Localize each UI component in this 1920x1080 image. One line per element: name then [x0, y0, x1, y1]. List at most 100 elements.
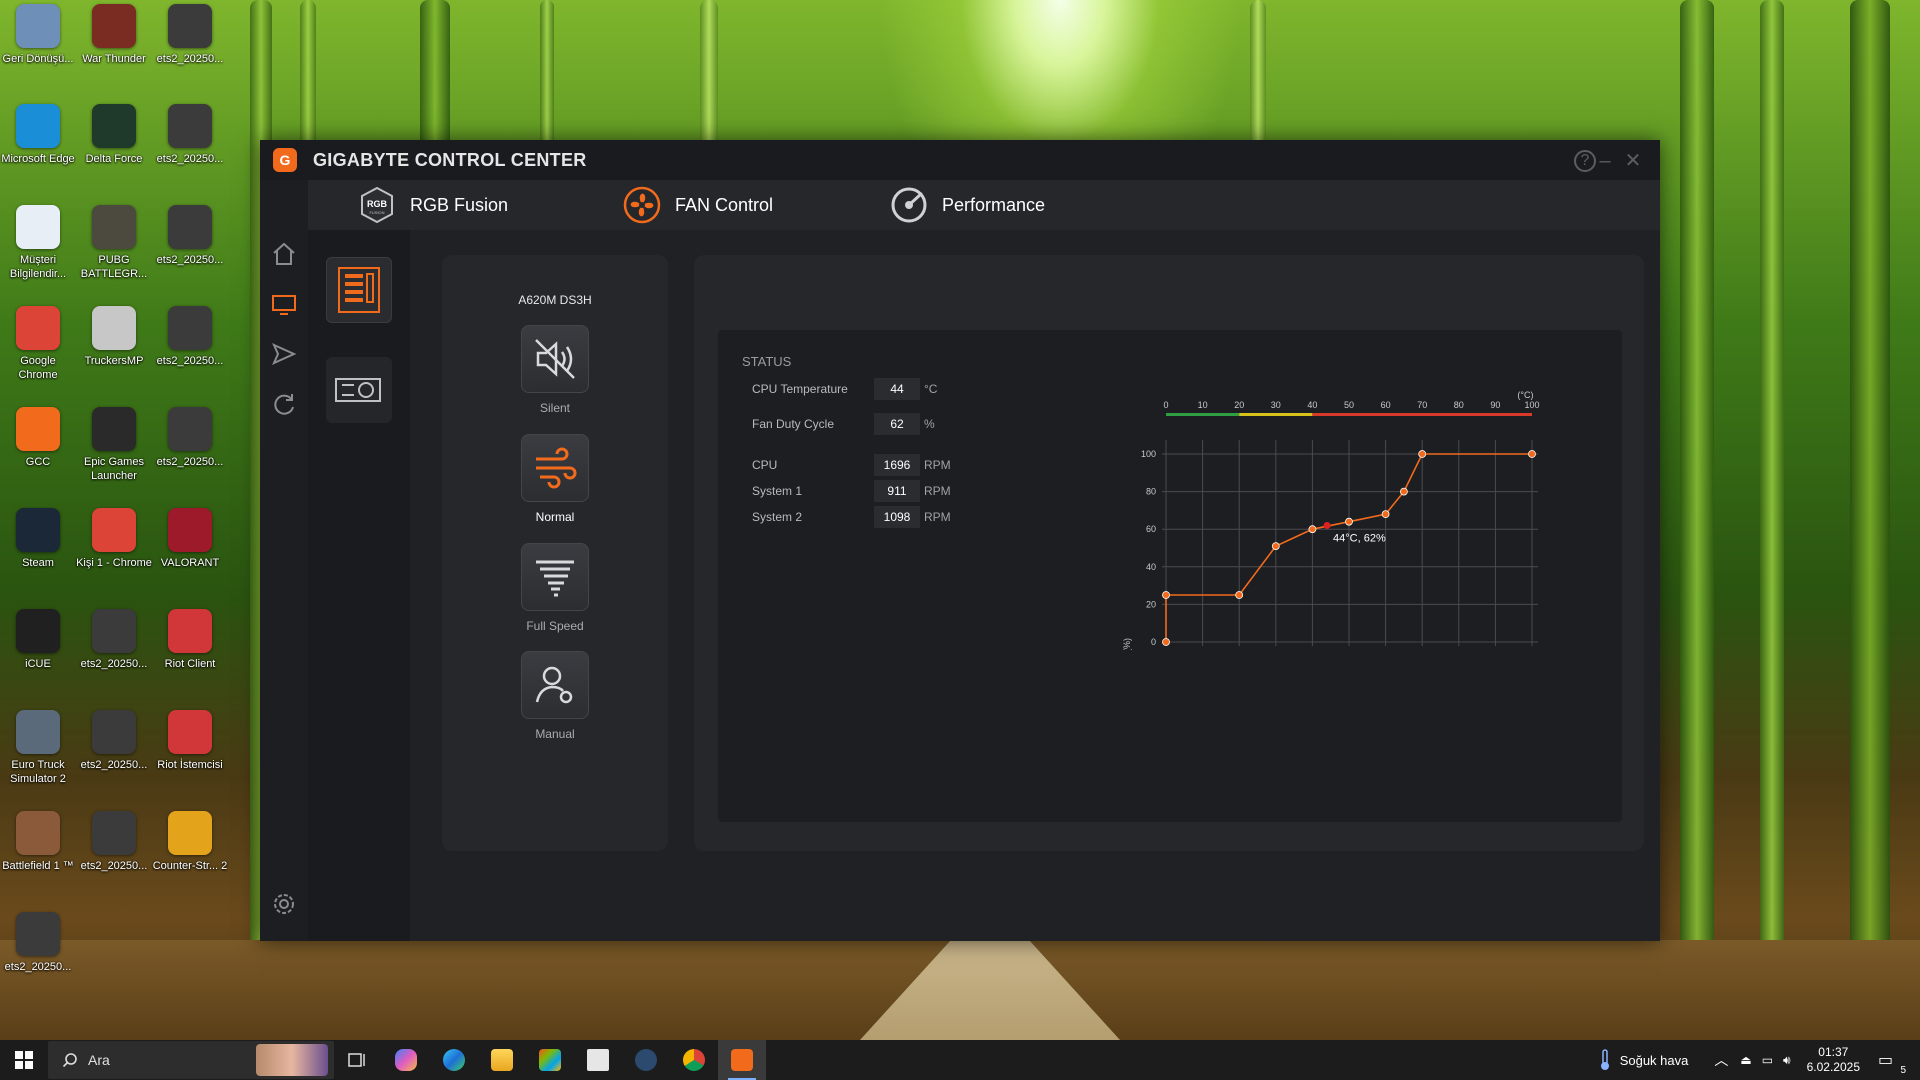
desktop-icon[interactable]: GCC: [0, 407, 76, 469]
taskbar-mail[interactable]: [574, 1040, 622, 1080]
fan-curve-point[interactable]: [1271, 542, 1280, 551]
fan-curve-point[interactable]: [1345, 517, 1353, 526]
fan-curve-point[interactable]: [1162, 638, 1170, 646]
graphics-card-device-button[interactable]: [326, 357, 392, 423]
desktop-icon[interactable]: War Thunder: [76, 4, 152, 66]
fan-curve-point[interactable]: [1162, 591, 1170, 599]
desktop-icon[interactable]: Microsoft Edge: [0, 104, 76, 166]
fan-curve-chart[interactable]: 0 10 20 30 40 50 60 70 80 90 100020406080100(°C)(%…: [1120, 370, 1600, 650]
desktop-icon[interactable]: Müşteri Bilgilendir...: [0, 205, 76, 281]
desktop-icon[interactable]: Battlefield 1 ™: [0, 811, 76, 873]
desktop-icon[interactable]: ets2_20250...: [0, 912, 76, 974]
desktop-icon-label: War Thunder: [82, 53, 146, 65]
desktop-icon-label: Battlefield 1 ™: [2, 860, 74, 872]
fan-rpm-row: System 2 1098 RPM: [752, 506, 951, 528]
mode-label: Full Speed: [526, 619, 584, 633]
manual-mode-button[interactable]: [521, 651, 589, 719]
desktop-icon[interactable]: ets2_20250...: [152, 306, 228, 368]
desktop-icon[interactable]: Steam: [0, 508, 76, 570]
start-button[interactable]: [0, 1040, 48, 1080]
performance-gauge-icon: [891, 187, 927, 223]
left-rail: [260, 180, 308, 941]
clock-time: 01:37: [1818, 1045, 1849, 1059]
fan-curve-point[interactable]: [1528, 450, 1536, 458]
fan-curve-point[interactable]: [1399, 487, 1408, 496]
fan-curve-point[interactable]: [1381, 510, 1390, 519]
taskbar-file-explorer[interactable]: [478, 1040, 526, 1080]
desktop-icon-label: GCC: [25, 456, 51, 468]
desktop-icon[interactable]: VALORANT: [152, 508, 228, 570]
fan-curve-point[interactable]: [1418, 450, 1427, 458]
tab-fan-control[interactable]: FAN Control: [623, 180, 773, 230]
desktop-icon[interactable]: TruckersMP: [76, 306, 152, 368]
home-icon[interactable]: [270, 240, 298, 268]
task-view-button[interactable]: [334, 1040, 382, 1080]
system-tray: Soğuk hava ︿ ⏏ ▭ 🔊︎ 01:37 6.02.2025 ▭ 5: [1598, 1040, 1920, 1080]
desktop-icon[interactable]: Google Chrome: [0, 306, 76, 382]
gcc-window: G GIGABYTE CONTROL CENTER ? – ✕ RGB FUSI…: [260, 140, 1660, 941]
mode-normal[interactable]: Normal: [520, 434, 590, 524]
desktop-icon[interactable]: Epic Games Launcher: [76, 407, 152, 483]
user-gear-icon: [535, 666, 573, 704]
fan-curve-point[interactable]: [1308, 525, 1317, 534]
network-icon[interactable]: ▭: [1762, 1053, 1773, 1067]
y-tick-label: 0: [1151, 637, 1156, 647]
fan-rpm-label: CPU: [752, 458, 778, 472]
taskbar-chrome[interactable]: [670, 1040, 718, 1080]
desktop-icon[interactable]: Delta Force: [76, 104, 152, 166]
normal-mode-button[interactable]: [521, 434, 589, 502]
close-icon[interactable]: ✕: [1620, 148, 1646, 174]
weather-text[interactable]: Soğuk hava: [1620, 1053, 1689, 1068]
desktop-icon[interactable]: ets2_20250...: [152, 407, 228, 469]
notification-center-button[interactable]: ▭ 5: [1878, 1050, 1908, 1076]
x-tick-label: 90: [1490, 400, 1500, 410]
volume-icon[interactable]: 🔊︎: [1783, 1053, 1791, 1068]
taskbar-store[interactable]: [526, 1040, 574, 1080]
taskbar-search[interactable]: Ara: [48, 1041, 334, 1079]
desktop-icon[interactable]: PUBG BATTLEGR...: [76, 205, 152, 281]
taskbar-gcc[interactable]: [718, 1040, 766, 1080]
silent-mode-button[interactable]: [521, 325, 589, 393]
gcc-icon: [731, 1049, 753, 1071]
svg-text:RGB: RGB: [367, 199, 388, 209]
mode-full-speed[interactable]: Full Speed: [520, 543, 590, 633]
arrow-send-icon[interactable]: [270, 340, 298, 368]
refresh-icon[interactable]: [270, 390, 298, 418]
desktop-icon[interactable]: Riot Client: [152, 609, 228, 671]
monitor-icon[interactable]: [270, 290, 298, 318]
desktop-icon[interactable]: ets2_20250...: [76, 710, 152, 772]
mail-icon: [587, 1049, 609, 1071]
settings-gear-icon[interactable]: [270, 890, 298, 918]
desktop-icon[interactable]: iCUE: [0, 609, 76, 671]
tab-performance[interactable]: Performance: [890, 180, 1045, 230]
board-name: A620M DS3H: [518, 293, 592, 307]
desktop-icon-label: ets2_20250...: [156, 53, 224, 65]
full-speed-mode-button[interactable]: [521, 543, 589, 611]
taskbar-edge[interactable]: [430, 1040, 478, 1080]
desktop-icon[interactable]: Riot İstemcisi: [152, 710, 228, 772]
desktop-icon[interactable]: ets2_20250...: [76, 609, 152, 671]
edge-icon: [443, 1049, 465, 1071]
mode-silent[interactable]: Silent: [520, 325, 590, 415]
chevron-up-icon[interactable]: ︿: [1714, 1050, 1728, 1070]
desktop-icon[interactable]: Counter-Str... 2: [152, 811, 228, 873]
minimize-icon[interactable]: –: [1592, 148, 1618, 174]
desktop-icon[interactable]: ets2_20250...: [152, 104, 228, 166]
fan-curve-point[interactable]: [1235, 591, 1244, 599]
desktop-icon[interactable]: Kişi 1 - Chrome: [76, 508, 152, 570]
desktop-icon[interactable]: ets2_20250...: [76, 811, 152, 873]
desktop-icon[interactable]: ets2_20250...: [152, 205, 228, 267]
usb-icon[interactable]: ⏏: [1740, 1053, 1751, 1067]
desktop-icon[interactable]: Geri Dönüşü...: [0, 4, 76, 66]
tab-rgb-fusion[interactable]: RGB FUSION RGB Fusion: [358, 180, 508, 230]
taskbar-steam[interactable]: [622, 1040, 670, 1080]
mode-manual[interactable]: Manual: [520, 651, 590, 741]
clock[interactable]: 01:37 6.02.2025: [1807, 1045, 1860, 1075]
desktop-icon[interactable]: Euro Truck Simulator 2: [0, 710, 76, 786]
mode-label: Silent: [539, 401, 571, 415]
desktop-icon[interactable]: ets2_20250...: [152, 4, 228, 66]
taskbar-copilot[interactable]: [382, 1040, 430, 1080]
motherboard-device-button[interactable]: [326, 257, 392, 323]
temp-scale-warm: [1239, 413, 1313, 416]
screenshot-icon: [168, 306, 212, 350]
